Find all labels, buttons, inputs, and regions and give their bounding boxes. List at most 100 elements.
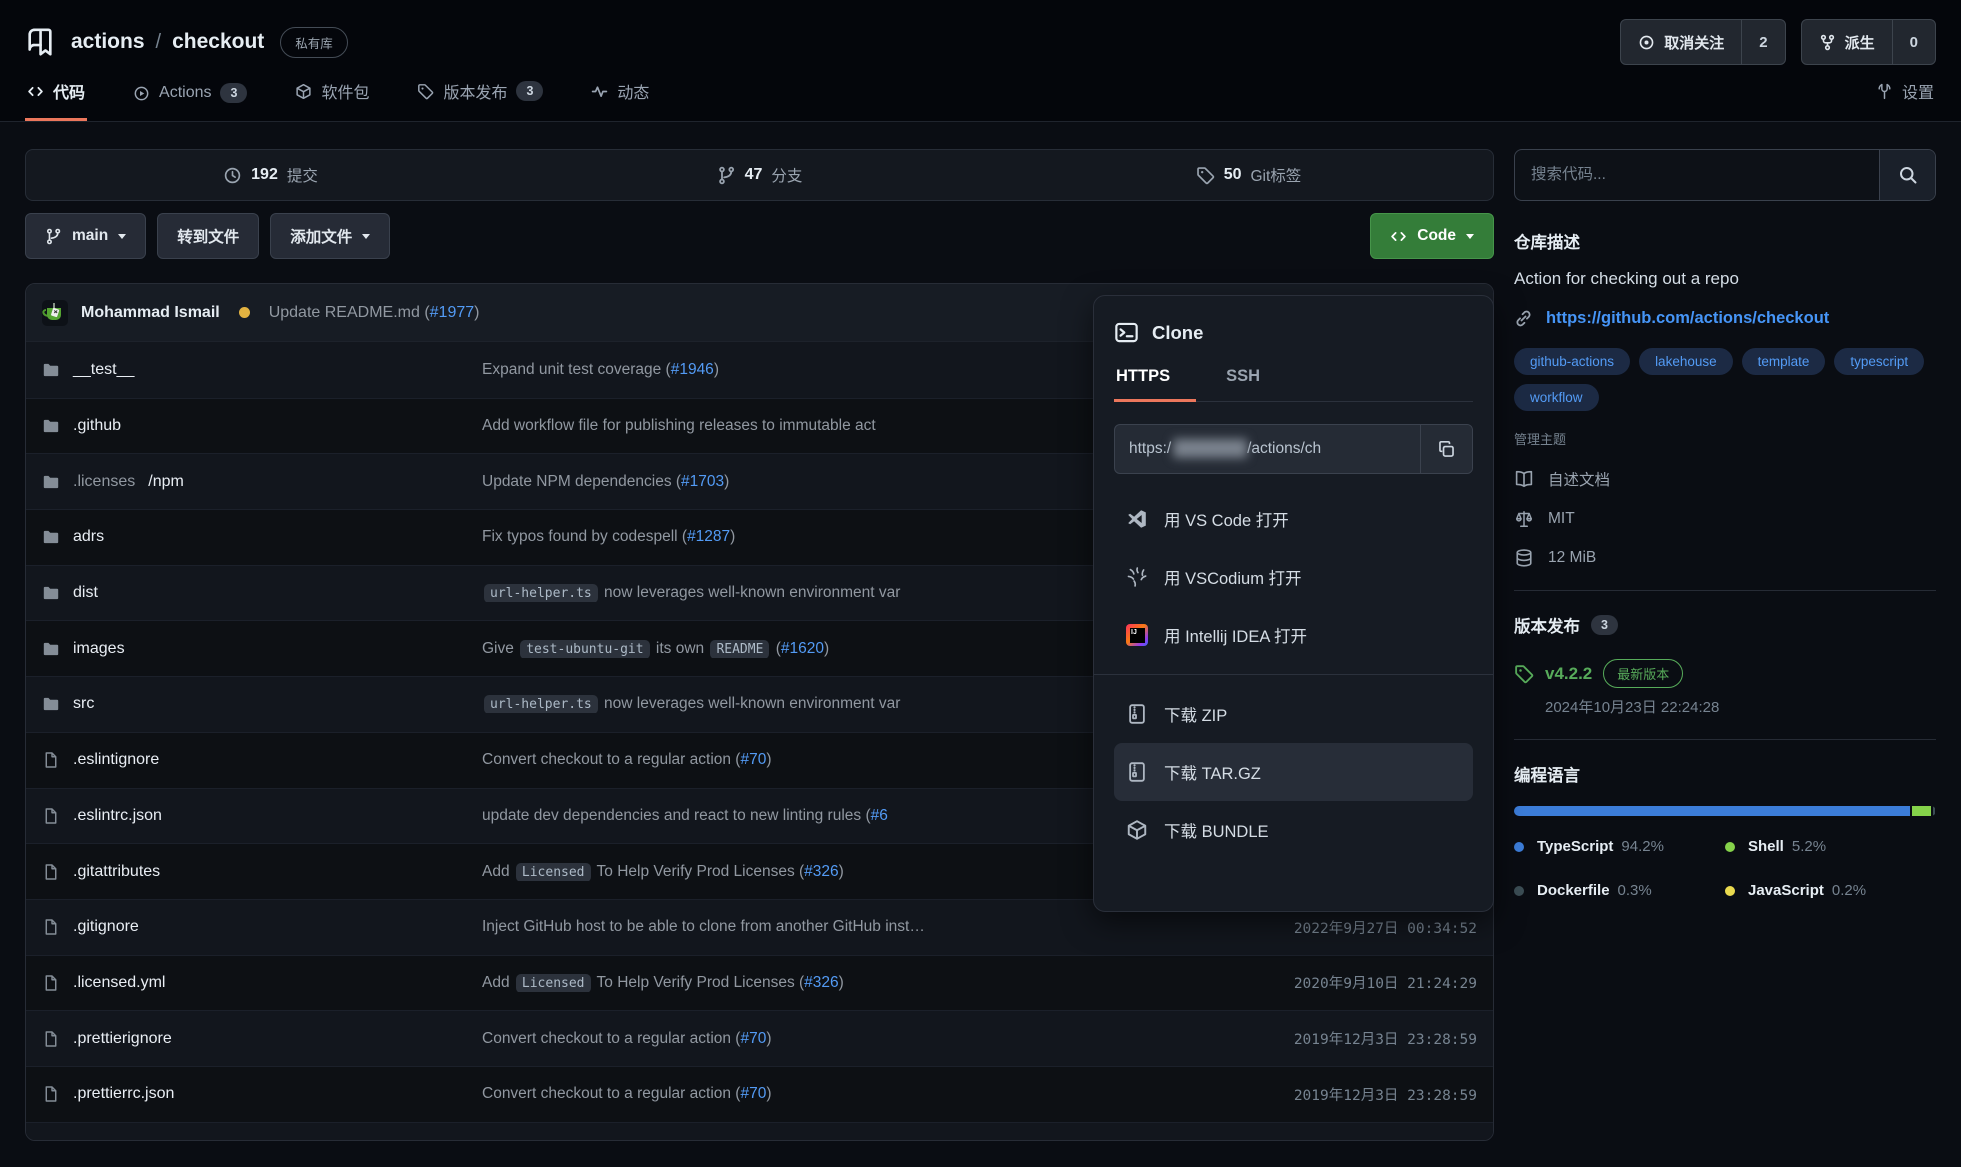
meta-database[interactable]: 12 MiB [1514, 548, 1936, 568]
file-name-link[interactable]: .prettierignore [73, 1030, 172, 1048]
menu-item[interactable]: 下载 ZIP [1114, 685, 1473, 743]
topic-pill[interactable]: workflow [1514, 384, 1599, 411]
topic-pill[interactable]: template [1742, 348, 1826, 375]
copy-url-button[interactable] [1420, 425, 1472, 473]
commit-message: Convert checkout to a regular action (#7… [482, 1085, 1294, 1103]
tab-actions[interactable]: Actions3 [131, 81, 249, 121]
code-chip: url-helper.ts [484, 695, 598, 713]
issue-link[interactable]: #1620 [781, 640, 824, 657]
page-content: 192提交47分支50Git标签 main 转到文件 添加文件 [0, 122, 1961, 1141]
issue-link[interactable]: #326 [804, 863, 838, 880]
branch-icon [717, 166, 736, 185]
repo-meta-list: 自述文档 MIT 12 MiB [1514, 468, 1936, 568]
meta-law[interactable]: MIT [1514, 509, 1936, 529]
clone-tab-ssh[interactable]: SSH [1224, 367, 1286, 402]
file-row[interactable]: .prettierignore Convert checkout to a re… [26, 1010, 1493, 1066]
commit-message: Add Licensed To Help Verify Prod License… [482, 974, 1294, 992]
search-button[interactable] [1879, 150, 1935, 200]
issue-link[interactable]: #1977 [430, 304, 475, 321]
issue-link[interactable]: #326 [804, 974, 838, 991]
meta-book-open[interactable]: 自述文档 [1514, 468, 1936, 490]
repo-owner-link[interactable]: actions [71, 30, 145, 54]
manage-topics-link[interactable]: 管理主题 [1514, 429, 1936, 448]
vscode-icon [1126, 508, 1148, 530]
repo-title-row: actions / checkout 私有库 取消关注 2 [25, 0, 1936, 77]
stat-tags[interactable]: 50Git标签 [1004, 150, 1493, 200]
file-name-link[interactable]: .gitattributes [73, 863, 160, 881]
issue-link[interactable]: #6 [871, 807, 888, 824]
topic-pill[interactable]: lakehouse [1639, 348, 1733, 375]
clone-url-group: https:/████████/actions/ch [1114, 424, 1473, 474]
issue-link[interactable]: #1287 [687, 528, 730, 545]
issue-link[interactable]: #70 [740, 1030, 766, 1047]
repo-book-icon [25, 27, 55, 57]
file-icon [42, 807, 60, 825]
issue-link[interactable]: #70 [740, 751, 766, 768]
unwatch-button[interactable]: 取消关注 2 [1620, 19, 1785, 65]
tab-activity[interactable]: 动态 [589, 77, 651, 121]
history-icon [223, 166, 242, 185]
file-name-link[interactable]: images [73, 640, 125, 658]
menu-item[interactable]: IJ用 Intellij IDEA 打开 [1114, 606, 1473, 664]
file-row[interactable]: .licensed.yml Add Licensed To Help Verif… [26, 955, 1493, 1011]
stat-commits[interactable]: 192提交 [26, 150, 515, 200]
commit-status-pending-icon[interactable] [239, 307, 250, 318]
file-name-link[interactable]: .eslintrc.json [73, 807, 162, 825]
tab-packages[interactable]: 软件包 [293, 77, 371, 121]
watch-count[interactable]: 2 [1741, 20, 1784, 64]
clone-url-input[interactable]: https:/████████/actions/ch [1115, 425, 1420, 473]
branch-selector[interactable]: main [25, 213, 146, 259]
vscodium-icon [1126, 566, 1148, 588]
tab-settings[interactable]: 设置 [1874, 77, 1936, 121]
language-dot-icon [1725, 842, 1735, 852]
file-name-link[interactable]: .prettierrc.json [73, 1085, 174, 1103]
fork-count[interactable]: 0 [1892, 20, 1935, 64]
release-version-link[interactable]: v4.2.2 [1545, 664, 1592, 684]
release-date: 2024年10月23日 22:24:28 [1545, 696, 1936, 717]
menu-item[interactable]: 下载 BUNDLE [1114, 801, 1473, 859]
releases-heading[interactable]: 版本发布 [1514, 613, 1580, 637]
goto-file-button[interactable]: 转到文件 [157, 213, 259, 259]
repo-name-link[interactable]: checkout [172, 30, 264, 54]
clone-tab-https[interactable]: HTTPS [1114, 367, 1196, 402]
file-name-link[interactable]: .github [73, 417, 121, 435]
file-name-link[interactable]: adrs [73, 528, 104, 546]
file-name-link[interactable]: src [73, 695, 94, 713]
file-row[interactable]: .prettierrc.json Convert checkout to a r… [26, 1066, 1493, 1122]
issue-link[interactable]: #1946 [671, 361, 714, 378]
legend-item[interactable]: TypeScript94.2% [1514, 838, 1725, 855]
pulse-icon [591, 83, 608, 100]
menu-item[interactable]: 下载 TAR.GZ [1114, 743, 1473, 801]
topic-pill[interactable]: typescript [1834, 348, 1924, 375]
website-link[interactable]: https://github.com/actions/checkout [1546, 309, 1829, 328]
legend-item[interactable]: JavaScript0.2% [1725, 882, 1936, 899]
file-name-link[interactable]: .eslintignore [73, 751, 159, 769]
code-button[interactable]: Code [1370, 213, 1494, 259]
commit-date: 2019年12月3日 23:28:59 [1294, 1028, 1477, 1049]
issue-link[interactable]: #1703 [681, 473, 724, 490]
file-name-link[interactable]: dist [73, 584, 98, 602]
menu-item[interactable]: 用 VSCodium 打开 [1114, 548, 1473, 606]
tab-code[interactable]: 代码 [25, 77, 87, 121]
file-name-link[interactable]: __test__ [73, 361, 134, 379]
file-icon [42, 1085, 60, 1103]
avatar [42, 300, 68, 326]
file-name-link[interactable]: /npm [148, 473, 184, 491]
legend-item[interactable]: Dockerfile0.3% [1514, 882, 1725, 899]
search-input[interactable] [1515, 150, 1879, 200]
topic-pill[interactable]: github-actions [1514, 348, 1630, 375]
file-name-link[interactable]: .gitignore [73, 918, 139, 936]
issue-link[interactable]: #70 [740, 1085, 766, 1102]
legend-item[interactable]: Shell5.2% [1725, 838, 1936, 855]
menu-item[interactable]: 用 VS Code 打开 [1114, 490, 1473, 548]
tab-releases[interactable]: 版本发布3 [415, 77, 545, 121]
fork-button[interactable]: 派生 0 [1801, 19, 1936, 65]
folder-icon [42, 584, 60, 602]
stat-branches[interactable]: 47分支 [515, 150, 1004, 200]
clone-dropdown: Clone HTTPSSSH https:/████████/actions/c… [1093, 295, 1494, 912]
repo-tabs: 代码 Actions3 软件包版本发布3 动态 设置 [25, 77, 1936, 121]
commit-date: 2022年9月27日 00:34:52 [1294, 917, 1477, 938]
file-name-link[interactable]: .licensed.yml [73, 974, 165, 992]
add-file-button[interactable]: 添加文件 [270, 213, 390, 259]
law-icon [1514, 509, 1534, 529]
